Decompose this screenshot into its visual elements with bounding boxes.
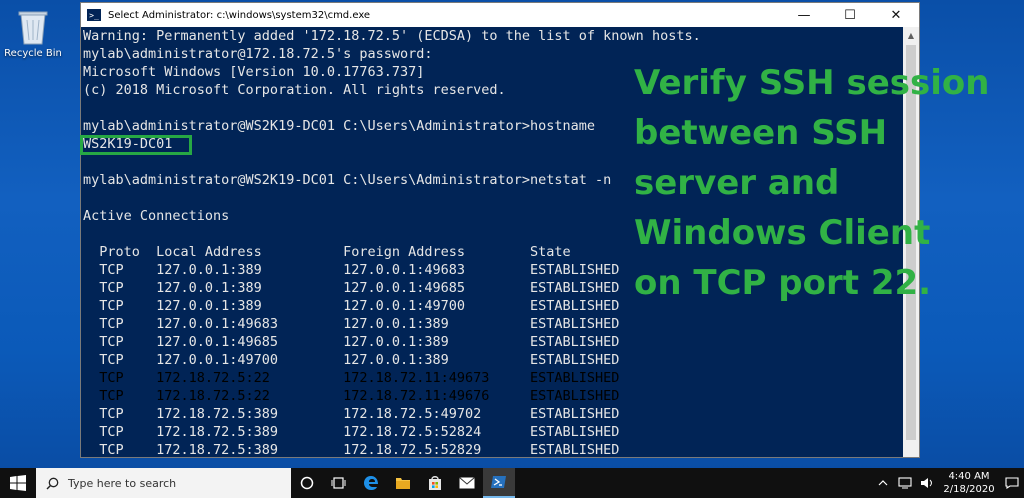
window-title: Select Administrator: c:\windows\system3… xyxy=(108,9,371,21)
console-line: TCP 172.18.72.5:389 172.18.72.5:52824 ES… xyxy=(83,424,620,440)
taskbar: Type here to search 4:40 AM 2/18/2020 xyxy=(0,468,1024,498)
mail-icon[interactable] xyxy=(451,468,483,498)
powershell-icon[interactable] xyxy=(483,468,515,498)
hostname-highlight xyxy=(80,135,192,155)
title-bar[interactable]: >_ Select Administrator: c:\windows\syst… xyxy=(81,3,919,27)
cmd-window-icon: >_ xyxy=(87,9,101,21)
recycle-bin-desktop-icon[interactable]: Recycle Bin xyxy=(4,4,62,66)
taskbar-search-box[interactable]: Type here to search xyxy=(36,468,291,498)
console-line: TCP 127.0.0.1:49700 127.0.0.1:389 ESTABL… xyxy=(83,352,620,368)
console-line: Warning: Permanently added '172.18.72.5'… xyxy=(83,28,701,44)
search-icon xyxy=(46,477,59,489)
annotation-line: server and xyxy=(634,163,840,203)
scroll-up-arrow-icon[interactable]: ▲ xyxy=(903,27,919,43)
annotation-line: on TCP port 22. xyxy=(634,263,932,303)
clock-time: 4:40 AM xyxy=(948,471,990,482)
taskbar-clock[interactable]: 4:40 AM 2/18/2020 xyxy=(938,470,1000,496)
volume-icon[interactable] xyxy=(916,468,938,498)
edge-icon[interactable] xyxy=(355,468,387,498)
annotation-text: Verify SSH session between SSH server and W… xyxy=(634,58,1024,308)
clock-date: 2/18/2020 xyxy=(943,484,995,495)
cortana-icon[interactable] xyxy=(291,468,323,498)
annotation-line: Windows Client xyxy=(634,213,931,253)
console-line: TCP 172.18.72.5:389 172.18.72.5:49702 ES… xyxy=(83,406,620,422)
minimize-button[interactable]: — xyxy=(781,3,827,27)
network-icon[interactable] xyxy=(894,468,916,498)
search-placeholder: Type here to search xyxy=(68,476,177,490)
maximize-button[interactable]: ☐ xyxy=(827,3,873,27)
system-tray: 4:40 AM 2/18/2020 xyxy=(872,468,1024,498)
windows-start-icon[interactable] xyxy=(0,468,36,498)
close-button[interactable]: ✕ xyxy=(873,3,919,27)
store-icon[interactable] xyxy=(419,468,451,498)
recycle-bin-label: Recycle Bin xyxy=(4,48,62,59)
console-line: TCP 127.0.0.1:49685 127.0.0.1:389 ESTABL… xyxy=(83,334,620,350)
file-explorer-icon[interactable] xyxy=(387,468,419,498)
notification-icon[interactable] xyxy=(1000,468,1024,498)
console-line: TCP 127.0.0.1:49683 127.0.0.1:389 ESTABL… xyxy=(83,316,620,332)
annotation-line: between SSH xyxy=(634,113,888,153)
chevron-up-icon[interactable] xyxy=(872,468,894,498)
task-view-icon[interactable] xyxy=(323,468,355,498)
annotation-line: Verify SSH session xyxy=(634,63,990,103)
console-line: TCP 172.18.72.5:389 172.18.72.5:52829 ES… xyxy=(83,442,620,458)
console-line: TCP 172.18.72.5:22 172.18.72.11:49673 ES… xyxy=(83,370,620,386)
console-line: TCP 172.18.72.5:22 172.18.72.11:49676 ES… xyxy=(83,388,620,404)
recycle-bin-icon xyxy=(18,11,48,45)
